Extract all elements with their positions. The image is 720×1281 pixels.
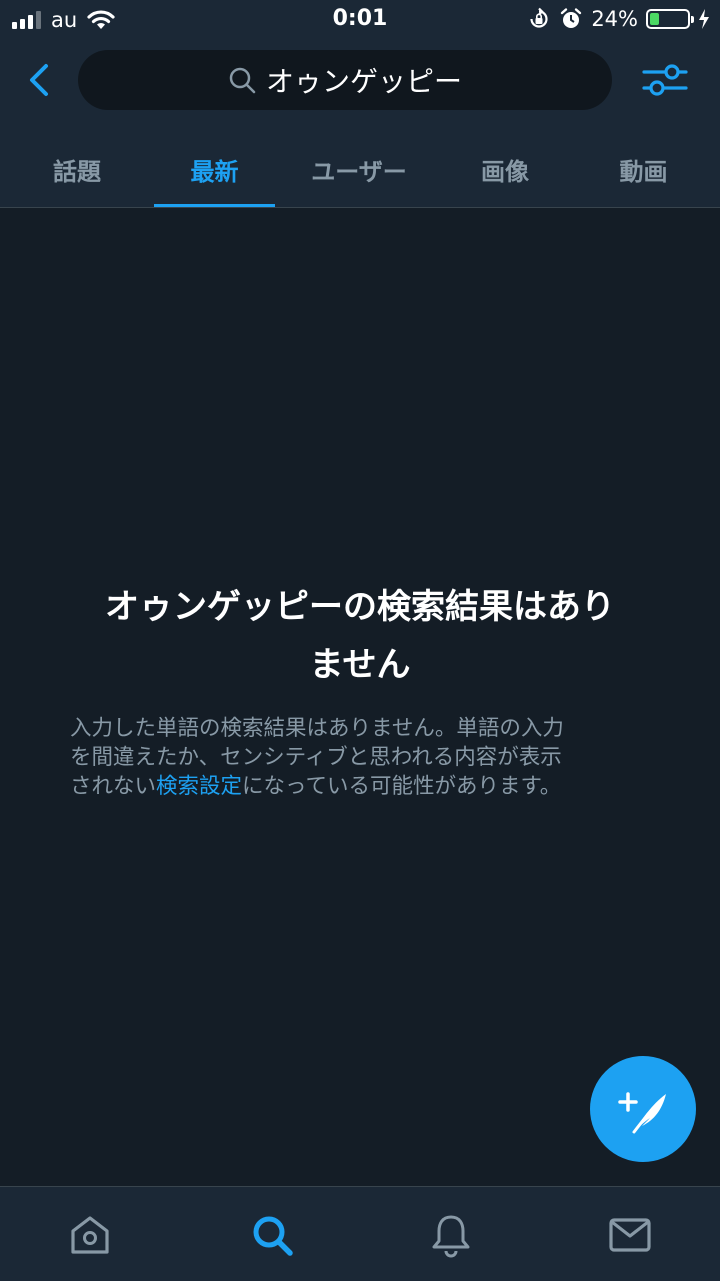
compose-tweet-icon: [618, 1092, 666, 1134]
tab-people[interactable]: ユーザー: [275, 130, 443, 208]
search-settings-link[interactable]: 検索設定: [156, 774, 242, 799]
tab-photos[interactable]: 画像: [443, 130, 567, 208]
search-tabs: 話題 最新 ユーザー 画像 動画: [0, 130, 720, 208]
empty-desc-line-3: されない検索設定になっている可能性があります。: [70, 772, 650, 801]
chevron-left-icon: [30, 64, 48, 96]
battery-percent: 24%: [591, 7, 638, 31]
nav-home[interactable]: [66, 1211, 114, 1259]
charging-icon: [699, 9, 709, 29]
search-input[interactable]: オゥンゲッピー: [78, 50, 612, 110]
search-icon: [253, 1216, 293, 1256]
envelope-icon: [609, 1218, 651, 1252]
tabs-divider: [0, 207, 720, 208]
empty-desc-text-end: になっている可能性があります。: [242, 774, 562, 799]
rotation-lock-icon: [530, 7, 548, 28]
status-bar: au 0:01 24%: [0, 0, 720, 40]
alarm-icon: [561, 8, 582, 28]
empty-state-description: 入力した単語の検索結果はありません。単語の入力 を間違えたか、センシティブと思わ…: [70, 714, 650, 801]
nav-messages[interactable]: [606, 1211, 654, 1259]
home-icon: [71, 1216, 109, 1254]
battery-icon: [646, 9, 694, 29]
empty-desc-text: されない: [70, 774, 157, 799]
tab-latest[interactable]: 最新: [154, 130, 275, 208]
nav-explore[interactable]: [248, 1211, 296, 1259]
empty-title-line-1: オゥンゲッピーの検索結果はあり: [105, 587, 615, 627]
back-button[interactable]: [22, 60, 62, 100]
tab-top[interactable]: 話題: [0, 130, 154, 208]
search-icon: [229, 67, 256, 94]
empty-title-line-2: ません: [309, 645, 411, 685]
search-query: オゥンゲッピー: [265, 65, 462, 98]
tab-videos[interactable]: 動画: [567, 130, 720, 208]
sliders-icon: [642, 64, 688, 96]
empty-desc-line-2: を間違えたか、センシティブと思われる内容が表示: [70, 745, 562, 770]
bell-icon: [432, 1215, 470, 1258]
nav-notifications[interactable]: [427, 1211, 475, 1259]
search-filter-button[interactable]: [640, 58, 690, 102]
status-right: 24%: [527, 7, 710, 31]
compose-tweet-button[interactable]: [590, 1056, 696, 1162]
empty-desc-line-1: 入力した単語の検索結果はありません。単語の入力: [70, 716, 564, 741]
bottom-navigation: [0, 1186, 720, 1281]
empty-state-title: オゥンゲッピーの検索結果はあり ません: [40, 578, 680, 694]
battery-fill: [650, 13, 659, 25]
